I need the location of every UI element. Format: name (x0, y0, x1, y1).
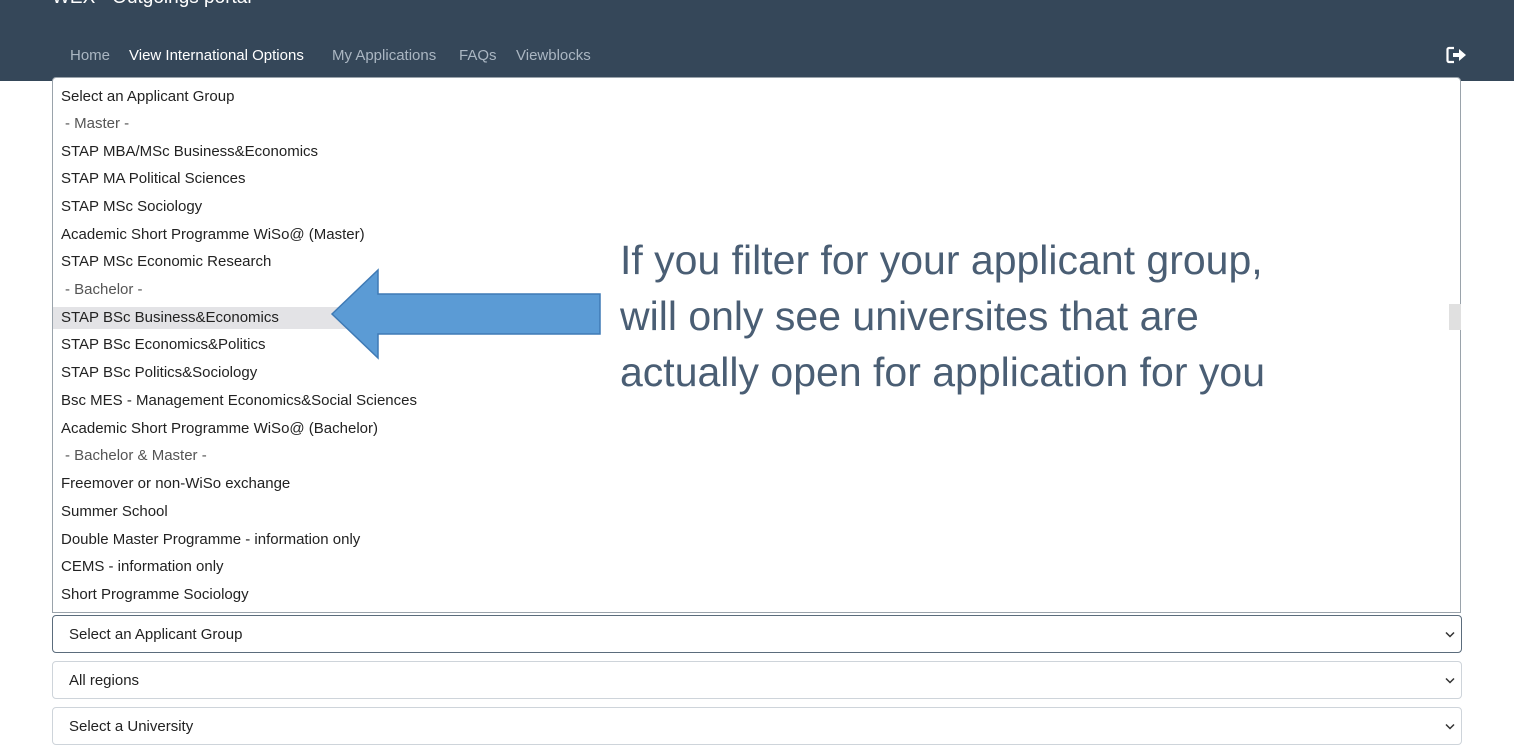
sign-out-icon[interactable] (1446, 46, 1468, 64)
option-select-applicant-group[interactable]: Select an Applicant Group (61, 86, 234, 108)
top-navbar: WEX - Outgoings portal Home View Interna… (0, 0, 1514, 81)
option-stap-msc-sociology[interactable]: STAP MSc Sociology (61, 196, 202, 218)
annotation-line-1: If you filter for your applicant group, (620, 237, 1263, 283)
option-summer-school[interactable]: Summer School (61, 501, 168, 523)
region-select[interactable]: All regions (52, 661, 1462, 699)
option-stap-bsc-politics-sociology[interactable]: STAP BSc Politics&Sociology (61, 362, 257, 384)
annotation-line-3: actually open for application for you (620, 349, 1266, 395)
optgroup-bachelor: - Bachelor - (65, 281, 143, 298)
annotation-text: If you filter for your applicant group, … (620, 232, 1420, 400)
optgroup-bachelor-master: - Bachelor & Master - (65, 447, 207, 464)
option-stap-bsc-business-economics[interactable]: STAP BSc Business&Economics (53, 307, 353, 329)
option-stap-ma-political-sciences[interactable]: STAP MA Political Sciences (61, 168, 246, 190)
dropdown-scrollbar-thumb[interactable] (1449, 304, 1461, 330)
university-select-value: Select a University (69, 718, 194, 735)
nav-my-applications[interactable]: My Applications (332, 47, 436, 64)
nav-view-international-options[interactable]: View International Options (129, 47, 304, 64)
nav-faqs[interactable]: FAQs (459, 47, 497, 64)
annotation-line-2: will only see universites that are (620, 293, 1199, 339)
option-bsc-mes[interactable]: Bsc MES - Management Economics&Social Sc… (61, 390, 417, 412)
callout-arrow (330, 268, 601, 360)
nav-viewblocks[interactable]: Viewblocks (516, 47, 591, 64)
option-academic-short-programme-master[interactable]: Academic Short Programme WiSo@ (Master) (61, 224, 365, 246)
chevron-down-icon (1445, 723, 1455, 730)
option-short-programme-sociology[interactable]: Short Programme Sociology (61, 584, 249, 606)
applicant-group-select[interactable]: Select an Applicant Group (52, 615, 1462, 653)
chevron-down-icon (1445, 631, 1455, 638)
option-cems[interactable]: CEMS - information only (61, 556, 224, 578)
region-select-value: All regions (69, 672, 140, 689)
nav-home[interactable]: Home (70, 47, 110, 64)
option-freemover[interactable]: Freemover or non-WiSo exchange (61, 473, 290, 495)
option-stap-mba-msc-business-economics[interactable]: STAP MBA/MSc Business&Economics (61, 141, 318, 163)
option-stap-msc-economic-research[interactable]: STAP MSc Economic Research (61, 251, 271, 273)
option-academic-short-programme-bachelor[interactable]: Academic Short Programme WiSo@ (Bachelor… (61, 418, 378, 440)
portal-title: WEX - Outgoings portal (52, 0, 252, 9)
option-stap-bsc-economics-politics[interactable]: STAP BSc Economics&Politics (61, 334, 266, 356)
option-double-master-programme[interactable]: Double Master Programme - information on… (61, 529, 360, 551)
optgroup-master: - Master - (65, 115, 130, 132)
university-select[interactable]: Select a University (52, 707, 1462, 745)
chevron-down-icon (1445, 677, 1455, 684)
applicant-group-select-value: Select an Applicant Group (69, 626, 243, 643)
